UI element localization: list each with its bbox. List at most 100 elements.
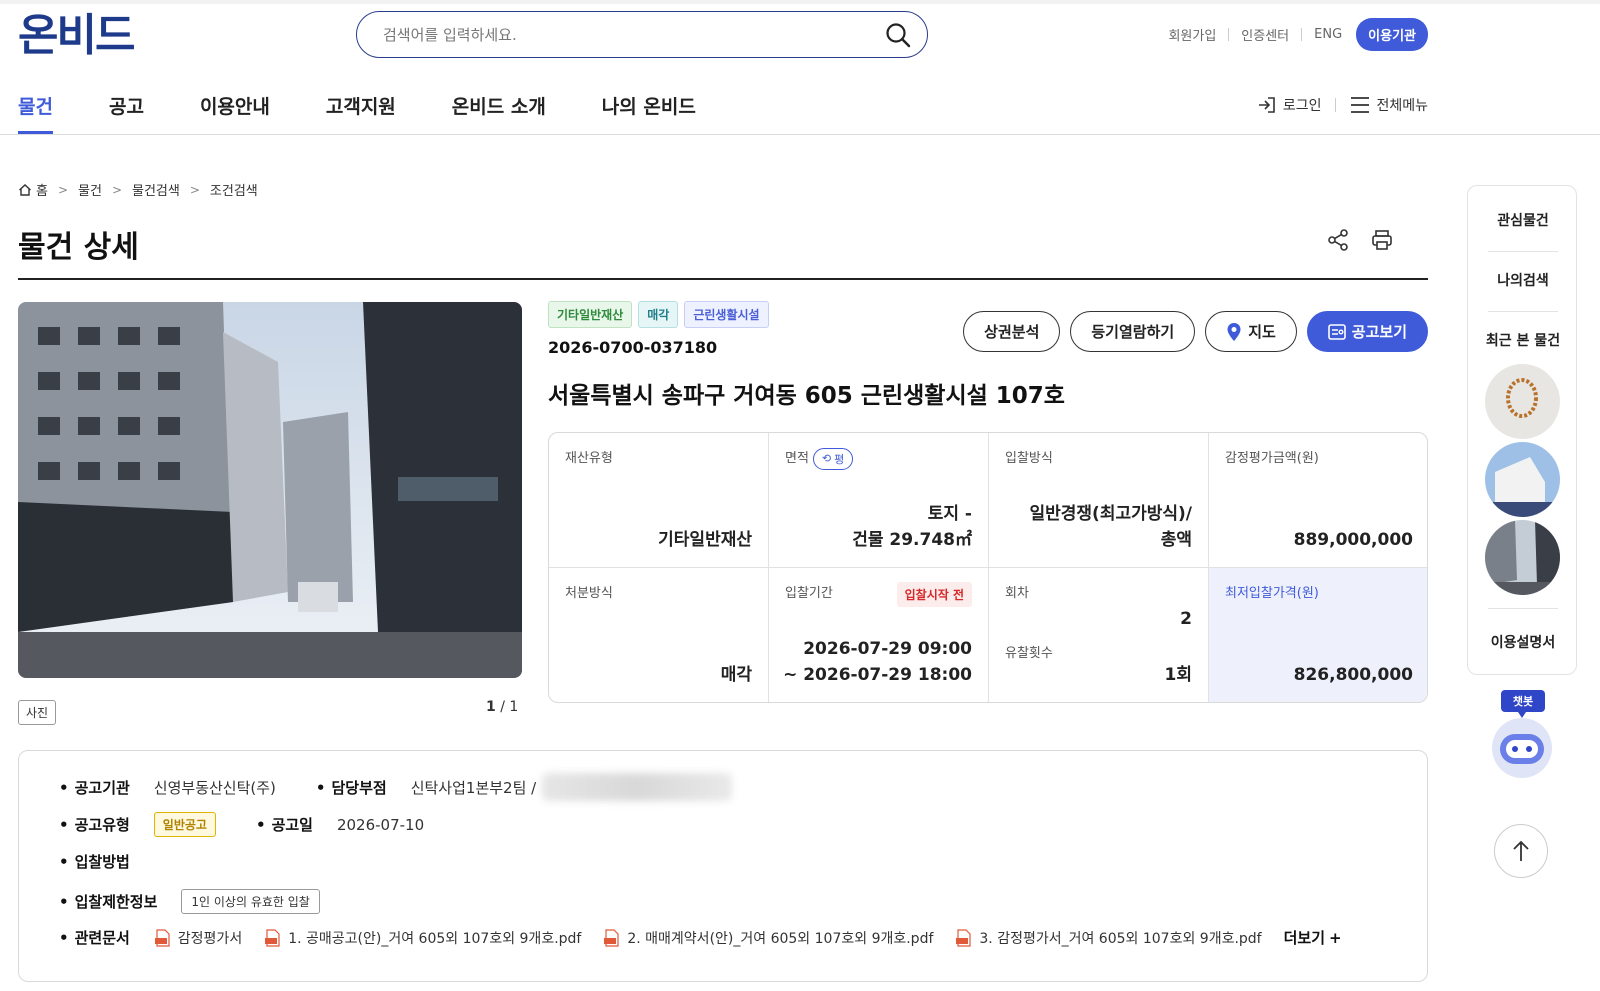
breadcrumb-items[interactable]: 물건 [78,180,102,199]
market-analysis-button[interactable]: 상권분석 [963,311,1061,352]
bid-period-value: 2026-07-29 09:00 ~ 2026-07-29 18:00 [783,636,972,688]
registry-view-button[interactable]: 등기열람하기 [1070,311,1196,352]
recent-item-thumb[interactable] [1485,520,1560,595]
title-tools [1326,228,1394,252]
item-tags: 기타일반재산 매각 근린생활시설 [548,301,769,328]
cell-round: 회차 2 유찰횟수 1회 [989,568,1209,702]
breadcrumb-search[interactable]: 물건검색 [132,180,180,199]
signup-link[interactable]: 회원가입 [1168,25,1216,44]
scroll-top-button[interactable] [1494,824,1548,878]
document-icon [1327,323,1346,340]
utility-links: 회원가입 인증센터 ENG 이용기관 [1168,17,1428,51]
doc-link[interactable]: 2. 매매계약서(안)_거여 605외 107호외 9개호.pdf [603,928,933,948]
cert-center-link[interactable]: 인증센터 [1241,25,1289,44]
refresh-icon: ⟲ [821,452,832,465]
quick-recent-label: 최근 본 물건 [1485,333,1561,349]
area-unit-toggle[interactable]: ⟲ 평 [812,447,854,470]
notice-date-value: 2026-07-10 [336,815,425,834]
notice-type-label: 공고유형 [59,814,130,835]
property-photo[interactable] [18,302,522,678]
detail-row-docs: 관련문서 감정평가서 1. 공매공고(안)_거여 605외 107호외 9개호.… [59,927,1342,948]
hamburger-icon[interactable] [1350,96,1370,114]
eng-link[interactable]: ENG [1314,27,1342,42]
doc-name: 2. 매매계약서(안)_거여 605외 107호외 9개호.pdf [627,930,934,947]
photo-counter: 1 / 1 [486,699,518,715]
doc-link[interactable]: 1. 공매공고(안)_거여 605외 107호외 9개호.pdf [264,928,581,948]
home-icon[interactable] [18,183,32,197]
doc-name: 1. 공매공고(안)_거여 605외 107호외 9개호.pdf [288,930,582,947]
login-link[interactable]: 로그인 [1283,95,1322,115]
share-icon[interactable] [1326,228,1350,252]
detail-row-notice-type: 공고유형 일반공고 공고일 2026-07-10 [59,812,464,837]
area-value: 토지 - 건물 29.748㎡ [852,501,972,553]
agency-value: 신영부동산신탁(주) [153,778,276,797]
notice-date-label: 공고일 [256,814,313,835]
nav-item-support[interactable]: 고객지원 [326,90,396,134]
nav-item-about[interactable]: 온비드 소개 [452,90,546,134]
restrict-label: 입찰제한정보 [59,891,158,912]
bid-method-line1: 일반경쟁(최고가방식)/ [1029,504,1192,524]
recent-item-image [1485,442,1560,517]
item-title: 서울특별시 송파구 거여동 605 근린생활시설 107호 [548,383,1065,409]
recent-item-thumb[interactable] [1485,364,1560,439]
round-value: 2 [1180,609,1192,629]
notice-type-badge: 일반공고 [153,812,216,837]
divider [1228,27,1230,41]
quick-my-search[interactable]: 나의검색 [1468,270,1578,290]
view-notice-button[interactable]: 공고보기 [1306,311,1428,352]
header-divider [0,134,1600,135]
detail-row-bid-way: 입찰방법 [59,851,154,872]
divider [1488,251,1558,252]
breadcrumb-home[interactable]: 홈 [36,180,48,199]
more-docs-button[interactable]: 더보기 + [1284,927,1342,948]
quick-watchlist[interactable]: 관심물건 [1468,210,1578,230]
bid-method-line2: 총액 [1160,530,1192,550]
area-land: 토지 - [927,504,972,524]
nav-item-guide[interactable]: 이용안내 [200,90,270,134]
print-icon[interactable] [1370,228,1394,252]
nav-item-notices[interactable]: 공고 [109,90,144,134]
asset-type-label: 재산유형 [565,451,613,466]
recent-item-thumb[interactable] [1485,442,1560,517]
chatbot-button[interactable]: 챗봇 [1482,690,1562,780]
doc-link[interactable]: 감정평가서 [154,928,242,948]
institution-button[interactable]: 이용기관 [1356,17,1428,51]
nav-item-items[interactable]: 물건 [18,90,53,134]
search-icon[interactable] [885,22,911,48]
bid-method-value: 일반경쟁(최고가방식)/ 총액 [1029,501,1192,553]
chatbot-label: 챗봇 [1512,695,1534,708]
branch-value: 신탁사업1본부2팀 / [410,778,537,797]
view-notice-label: 공고보기 [1351,323,1407,341]
photo-tag: 사진 [18,700,57,725]
bid-period-start: 2026-07-29 09:00 [803,639,972,659]
main-nav: 물건 공고 이용안내 고객지원 온비드 소개 나의 온비드 [18,90,752,134]
quick-manual[interactable]: 이용설명서 [1468,632,1578,652]
all-menu-link[interactable]: 전체메뉴 [1376,95,1428,115]
map-button[interactable]: 지도 [1205,311,1297,352]
failed-count-label: 유찰횟수 [1005,646,1053,661]
search-box[interactable] [356,11,928,58]
disposal-label: 처분방식 [565,586,613,601]
arrow-up-icon [1513,840,1529,861]
detail-row-agency: 공고기관 신영부동산신탁(주) 담당부점 신탁사업1본부2팀 / [59,773,733,801]
failed-count-value: 1회 [1164,665,1192,685]
cell-appraisal: 감정평가금액(원) 889,000,000 [1209,433,1427,568]
more-label: 더보기 [1283,929,1326,947]
recent-item-image [1485,364,1560,439]
doc-link[interactable]: 3. 감정평가서_거여 605외 107호외 9개호.pdf [955,928,1262,948]
cell-area: 면적 ⟲ 평 토지 - 건물 29.748㎡ [769,433,989,568]
tag-usage: 근린생활시설 [684,301,769,328]
asset-type-value: 기타일반재산 [658,530,752,550]
divider [1488,608,1558,609]
breadcrumb-condition-search[interactable]: 조건검색 [210,180,258,199]
tag-disposal: 매각 [638,301,679,328]
onbid-logo[interactable]: 온비드 [18,12,135,60]
pdf-icon [604,928,619,947]
title-divider [18,278,1428,280]
registry-view-label: 등기열람하기 [1091,323,1175,341]
search-input[interactable] [383,25,885,44]
tag-asset-type: 기타일반재산 [548,301,633,328]
login-icon[interactable] [1257,95,1277,115]
nav-item-my-onbid[interactable]: 나의 온비드 [602,90,696,134]
restrict-badge: 1인 이상의 유효한 입찰 [181,889,320,914]
